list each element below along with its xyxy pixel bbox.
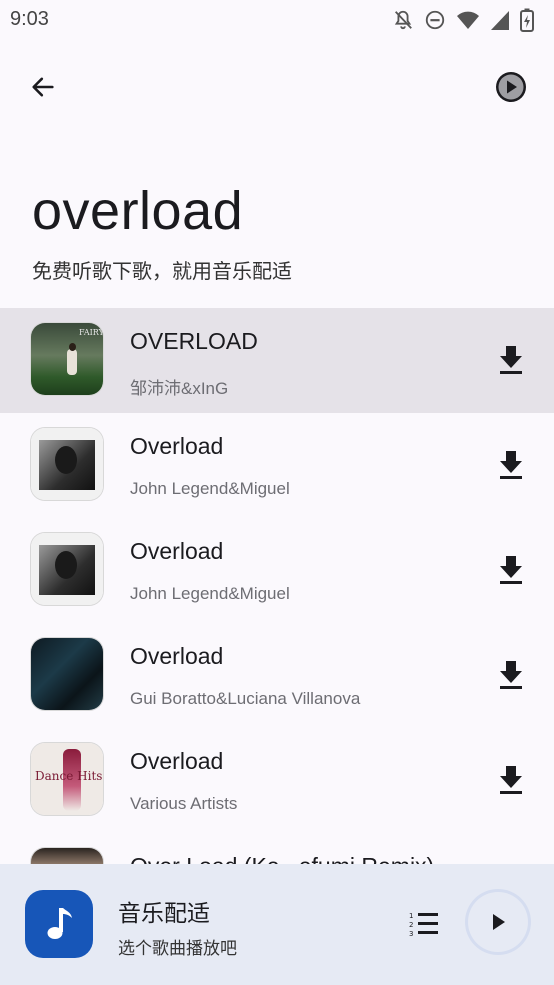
song-title: Overload: [130, 748, 224, 774]
album-cover: [31, 533, 103, 605]
song-row[interactable]: Over Load (Ke...efumi Remix): [0, 833, 554, 864]
play-button[interactable]: [468, 892, 528, 952]
song-row[interactable]: Overload Gui Boratto&Luciana Villanova: [0, 623, 554, 728]
song-artist: John Legend&Miguel: [130, 584, 290, 603]
download-icon[interactable]: [496, 762, 526, 796]
album-cover: FAIRY: [31, 323, 103, 395]
song-artist: Gui Boratto&Luciana Villanova: [130, 689, 361, 708]
song-row[interactable]: Dance Hits Overload Various Artists: [0, 728, 554, 833]
svg-text:3: 3: [409, 930, 413, 938]
album-cover: [31, 428, 103, 500]
app-logo: [25, 890, 93, 958]
song-row[interactable]: Overload John Legend&Miguel: [0, 518, 554, 623]
page-subtitle: 免费听歌下歌，就用音乐配适: [32, 259, 292, 283]
mini-player[interactable]: 音乐配适 选个歌曲播放吧 1 2 3: [0, 864, 554, 985]
svg-text:2: 2: [409, 921, 413, 929]
album-cover: [31, 848, 103, 864]
queue-icon[interactable]: 1 2 3: [406, 908, 442, 940]
song-title: Overload: [130, 538, 224, 564]
song-artist: Various Artists: [130, 794, 238, 813]
song-title: Overload: [130, 433, 224, 459]
song-title: Over Load (Ke...efumi Remix): [130, 853, 434, 864]
status-time: 9:03: [10, 8, 49, 30]
player-title: 音乐配适: [118, 901, 210, 927]
back-arrow-icon: [32, 77, 54, 97]
song-artist: 邹沛沛&xInG: [130, 379, 229, 398]
play-all-button[interactable]: [490, 66, 532, 108]
play-circle-icon: [496, 72, 526, 102]
status-icons: [392, 8, 534, 32]
status-bar: 9:03: [0, 0, 554, 40]
music-note-icon: [47, 908, 72, 939]
song-artist: John Legend&Miguel: [130, 479, 290, 498]
back-button[interactable]: [22, 66, 64, 108]
page-title: overload: [32, 181, 244, 241]
song-row[interactable]: Overload John Legend&Miguel: [0, 413, 554, 518]
svg-text:1: 1: [409, 912, 413, 920]
download-icon[interactable]: [496, 657, 526, 691]
download-icon[interactable]: [496, 447, 526, 481]
song-list[interactable]: FAIRY OVERLOAD 邹沛沛&xInG Overload John Le…: [0, 308, 554, 864]
song-title: Overload: [130, 643, 224, 669]
mute-icon: [392, 9, 414, 31]
battery-icon: [520, 8, 534, 32]
signal-icon: [490, 9, 510, 31]
song-row[interactable]: FAIRY OVERLOAD 邹沛沛&xInG: [0, 308, 554, 413]
song-title: OVERLOAD: [130, 328, 258, 354]
album-cover: [31, 638, 103, 710]
play-icon: [493, 914, 505, 930]
album-cover: Dance Hits: [31, 743, 103, 815]
dnd-icon: [424, 9, 446, 31]
player-subtitle: 选个歌曲播放吧: [118, 939, 237, 959]
wifi-icon: [456, 9, 480, 31]
download-icon[interactable]: [496, 342, 526, 376]
download-icon[interactable]: [496, 552, 526, 586]
